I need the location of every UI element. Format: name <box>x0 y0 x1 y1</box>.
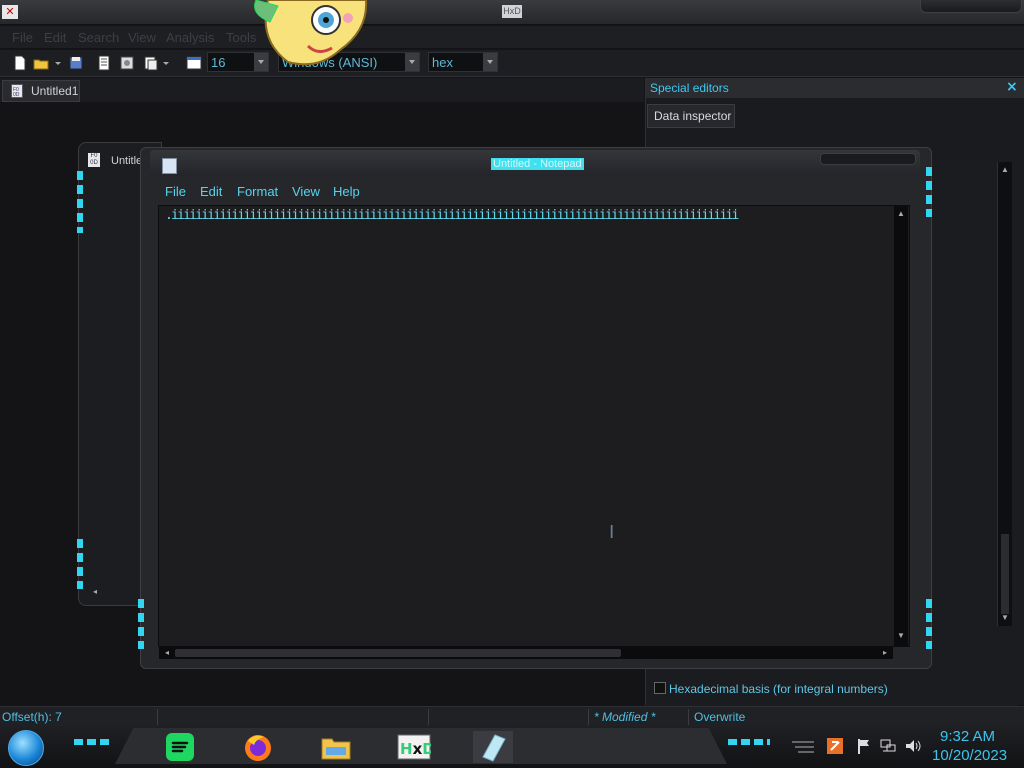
window-caption-buttons[interactable] <box>920 0 1022 13</box>
show-desktop-icon[interactable] <box>792 740 814 754</box>
ram-icon[interactable] <box>119 55 135 71</box>
start-button[interactable] <box>8 730 44 766</box>
scroll-down-icon[interactable]: ▼ <box>999 612 1011 624</box>
scroll-up-icon[interactable]: ▲ <box>895 208 907 220</box>
notepad-window[interactable]: Untitled - Notepad File Edit Format View… <box>138 147 932 669</box>
status-divider <box>588 709 589 725</box>
scroll-down-icon[interactable]: ▼ <box>895 630 907 642</box>
hex-file-icon: F00D <box>11 84 23 98</box>
window-caption-buttons[interactable] <box>820 153 916 165</box>
hxd-icon[interactable]: HxD <box>397 731 431 763</box>
scrollbar-thumb[interactable] <box>175 649 621 657</box>
dropdown-arrow-icon[interactable] <box>162 55 170 71</box>
hxd-app-icon[interactable]: ✕ <box>2 5 18 19</box>
clock-date[interactable]: 10/20/2023 <box>932 747 1007 764</box>
taskbar: HxD 9:32 AM 10/20/2023 <box>0 726 1024 768</box>
notepad-menu-bar: File Edit Format View Help <box>158 182 910 202</box>
notepad-icon[interactable] <box>473 731 513 763</box>
scroll-left-icon[interactable]: ◂ <box>161 647 173 659</box>
status-divider <box>688 709 689 725</box>
scroll-left-icon[interactable]: ◂ <box>89 586 101 598</box>
frame-glow-decoration <box>926 599 932 649</box>
view-icon[interactable] <box>186 55 202 71</box>
hxd-toolbar: 16 Windows (ANSI) hex <box>0 50 1024 77</box>
scroll-up-icon[interactable]: ▲ <box>999 164 1011 176</box>
save-icon[interactable] <box>68 55 84 71</box>
frame-glow-decoration <box>926 167 932 217</box>
hxd-title-bar[interactable]: ✕ HxD <box>0 0 1024 25</box>
mascot-sticker-icon <box>254 0 368 66</box>
inspector-scrollbar[interactable]: ▲ ▼ <box>997 162 1012 626</box>
special-editors-title: Special editors <box>650 81 729 95</box>
menu-view[interactable]: View <box>292 184 320 199</box>
status-divider <box>428 709 429 725</box>
scrollbar-thumb[interactable] <box>1001 534 1009 614</box>
speaker-icon[interactable] <box>905 738 921 754</box>
open-folder-icon[interactable] <box>33 55 49 71</box>
disk-icon[interactable] <box>143 55 159 71</box>
vertical-scrollbar[interactable]: ▲ ▼ <box>894 206 908 646</box>
frame-glow-decoration <box>77 171 83 233</box>
child-window-title: Untitle <box>111 155 143 167</box>
document-tab-strip: F0 0D Untitled1 <box>0 78 644 102</box>
tab-untitled1[interactable]: F0 0D Untitled1 <box>2 80 80 102</box>
hex-basis-checkbox[interactable] <box>654 682 666 694</box>
svg-text:HxD: HxD <box>400 740 431 758</box>
chevron-down-icon[interactable] <box>405 53 419 71</box>
menu-edit[interactable]: Edit <box>44 30 66 45</box>
dropdown-arrow-icon[interactable] <box>54 55 62 71</box>
network-icon[interactable] <box>880 738 896 754</box>
menu-analysis[interactable]: Analysis <box>166 30 214 45</box>
hxd-menu-bar: File Edit Search View Analysis Tools <box>0 26 1024 48</box>
special-editors-header: Special editors × <box>646 78 1024 98</box>
taskbar-glow-decoration <box>74 739 112 745</box>
offset-base-value: hex <box>432 55 453 70</box>
spotify-icon[interactable] <box>164 731 196 763</box>
tab-data-inspector[interactable]: Data inspector <box>647 104 735 128</box>
svg-text:0D: 0D <box>13 92 20 98</box>
notepad-title: Untitled - Notepad <box>491 158 584 170</box>
notepad-icon[interactable] <box>162 158 177 174</box>
scroll-right-icon[interactable]: ▸ <box>879 647 891 659</box>
chevron-down-icon[interactable] <box>483 53 497 71</box>
frame-glow-decoration <box>138 599 144 649</box>
taskbar-glow-decoration <box>728 739 770 745</box>
close-icon[interactable]: × <box>1006 79 1018 95</box>
clock-time[interactable]: 9:32 AM <box>940 728 995 745</box>
file-explorer-icon[interactable] <box>320 731 352 763</box>
menu-help[interactable]: Help <box>333 184 360 199</box>
notepad-text-area[interactable]: .iiiiiiiiiiiiiiiiiiiiiiiiiiiiiiiiiiiiiii… <box>158 205 910 659</box>
status-offset: Offset(h): 7 <box>2 710 62 724</box>
status-mode[interactable]: Overwrite <box>694 710 745 724</box>
offset-base-select[interactable]: hex <box>428 52 498 72</box>
hex-basis-label: Hexadecimal basis (for integral numbers) <box>669 682 888 696</box>
horizontal-scrollbar[interactable]: ◂ ▸ <box>159 647 893 659</box>
status-divider <box>157 709 158 725</box>
notepad-text: .iiiiiiiiiiiiiiiiiiiiiiiiiiiiiiiiiiiiiii… <box>165 208 739 223</box>
flag-icon[interactable] <box>857 738 871 754</box>
menu-edit[interactable]: Edit <box>200 184 222 199</box>
tab-label: Untitled1 <box>31 84 79 98</box>
hex-file-icon: F00D <box>88 153 100 167</box>
new-file-icon[interactable] <box>12 55 28 71</box>
tray-app-icon[interactable] <box>827 738 843 754</box>
menu-format[interactable]: Format <box>237 184 278 199</box>
menu-view[interactable]: View <box>128 30 156 45</box>
frame-glow-decoration <box>77 539 83 589</box>
bytes-per-row-value: 16 <box>211 55 226 70</box>
text-cursor-icon: I <box>609 522 615 543</box>
menu-file[interactable]: File <box>165 184 186 199</box>
document-icon[interactable] <box>96 55 112 71</box>
menu-search[interactable]: Search <box>78 30 119 45</box>
hxd-window-title: HxD <box>502 5 522 18</box>
status-modified: * Modified * <box>594 710 656 724</box>
firefox-icon[interactable] <box>242 731 274 763</box>
tab-label: Data inspector <box>654 109 732 123</box>
menu-file[interactable]: File <box>12 30 33 45</box>
hxd-status-bar: Offset(h): 7 * Modified * Overwrite <box>0 706 1024 727</box>
